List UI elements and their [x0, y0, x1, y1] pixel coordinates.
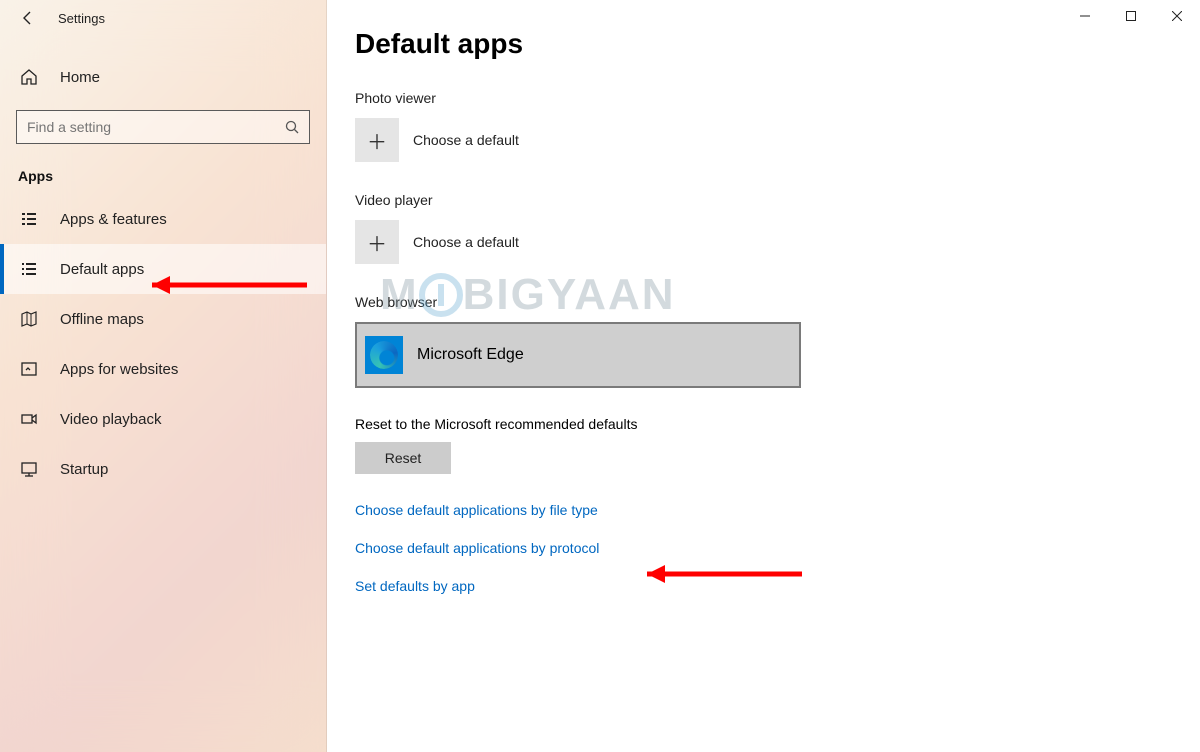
- home-icon: [20, 68, 38, 86]
- sidebar-item-label: Apps & features: [60, 211, 167, 228]
- web-browser-choice: Microsoft Edge: [417, 346, 524, 364]
- startup-icon: [20, 460, 38, 478]
- photo-viewer-chooser[interactable]: ＋ Choose a default: [355, 118, 1200, 162]
- reset-button[interactable]: Reset: [355, 442, 451, 474]
- sidebar-item-label: Apps for websites: [60, 361, 178, 378]
- search-input[interactable]: [27, 119, 285, 135]
- sidebar-item-apps-websites[interactable]: Apps for websites: [0, 344, 326, 394]
- sidebar-item-offline-maps[interactable]: Offline maps: [0, 294, 326, 344]
- edge-icon: [365, 336, 403, 374]
- web-browser-chooser[interactable]: Microsoft Edge: [355, 322, 801, 388]
- window-title: Settings: [58, 11, 105, 26]
- link-protocol[interactable]: Choose default applications by protocol: [355, 540, 1200, 556]
- close-button[interactable]: [1154, 0, 1200, 32]
- window-controls: [1062, 0, 1200, 32]
- search-box[interactable]: [16, 110, 310, 144]
- category-photo-viewer-title: Photo viewer: [355, 90, 1200, 106]
- page-title: Default apps: [355, 28, 1200, 60]
- sidebar-item-apps-features[interactable]: Apps & features: [0, 194, 326, 244]
- video-player-choice: Choose a default: [413, 234, 519, 250]
- section-title: Apps: [18, 168, 326, 184]
- category-web-browser-title: Web browser: [355, 294, 1200, 310]
- web-icon: [20, 360, 38, 378]
- plus-icon: ＋: [355, 118, 399, 162]
- search-icon: [285, 120, 299, 134]
- link-by-app[interactable]: Set defaults by app: [355, 578, 1200, 594]
- home-label: Home: [60, 69, 100, 86]
- sidebar-item-label: Default apps: [60, 261, 144, 278]
- sidebar-menu: Apps & features Default apps Offline map…: [0, 194, 326, 494]
- sidebar-item-video-playback[interactable]: Video playback: [0, 394, 326, 444]
- titlebar: Settings: [0, 0, 326, 36]
- home-nav[interactable]: Home: [18, 58, 310, 96]
- plus-icon: ＋: [355, 220, 399, 264]
- sidebar-item-label: Video playback: [60, 411, 161, 428]
- sidebar-item-label: Offline maps: [60, 311, 144, 328]
- category-video-player-title: Video player: [355, 192, 1200, 208]
- sidebar-item-default-apps[interactable]: Default apps: [0, 244, 326, 294]
- sidebar: Settings Home Apps Apps & features Defau…: [0, 0, 327, 752]
- map-icon: [20, 310, 38, 328]
- main-pane: Default apps Photo viewer ＋ Choose a def…: [327, 0, 1200, 752]
- link-file-type[interactable]: Choose default applications by file type: [355, 502, 1200, 518]
- sidebar-item-startup[interactable]: Startup: [0, 444, 326, 494]
- reset-description: Reset to the Microsoft recommended defau…: [355, 416, 1200, 432]
- maximize-button[interactable]: [1108, 0, 1154, 32]
- sidebar-item-label: Startup: [60, 461, 108, 478]
- video-icon: [20, 410, 38, 428]
- defaults-icon: [20, 260, 38, 278]
- video-player-chooser[interactable]: ＋ Choose a default: [355, 220, 1200, 264]
- back-button[interactable]: [20, 10, 36, 26]
- photo-viewer-choice: Choose a default: [413, 132, 519, 148]
- minimize-button[interactable]: [1062, 0, 1108, 32]
- list-icon: [20, 210, 38, 228]
